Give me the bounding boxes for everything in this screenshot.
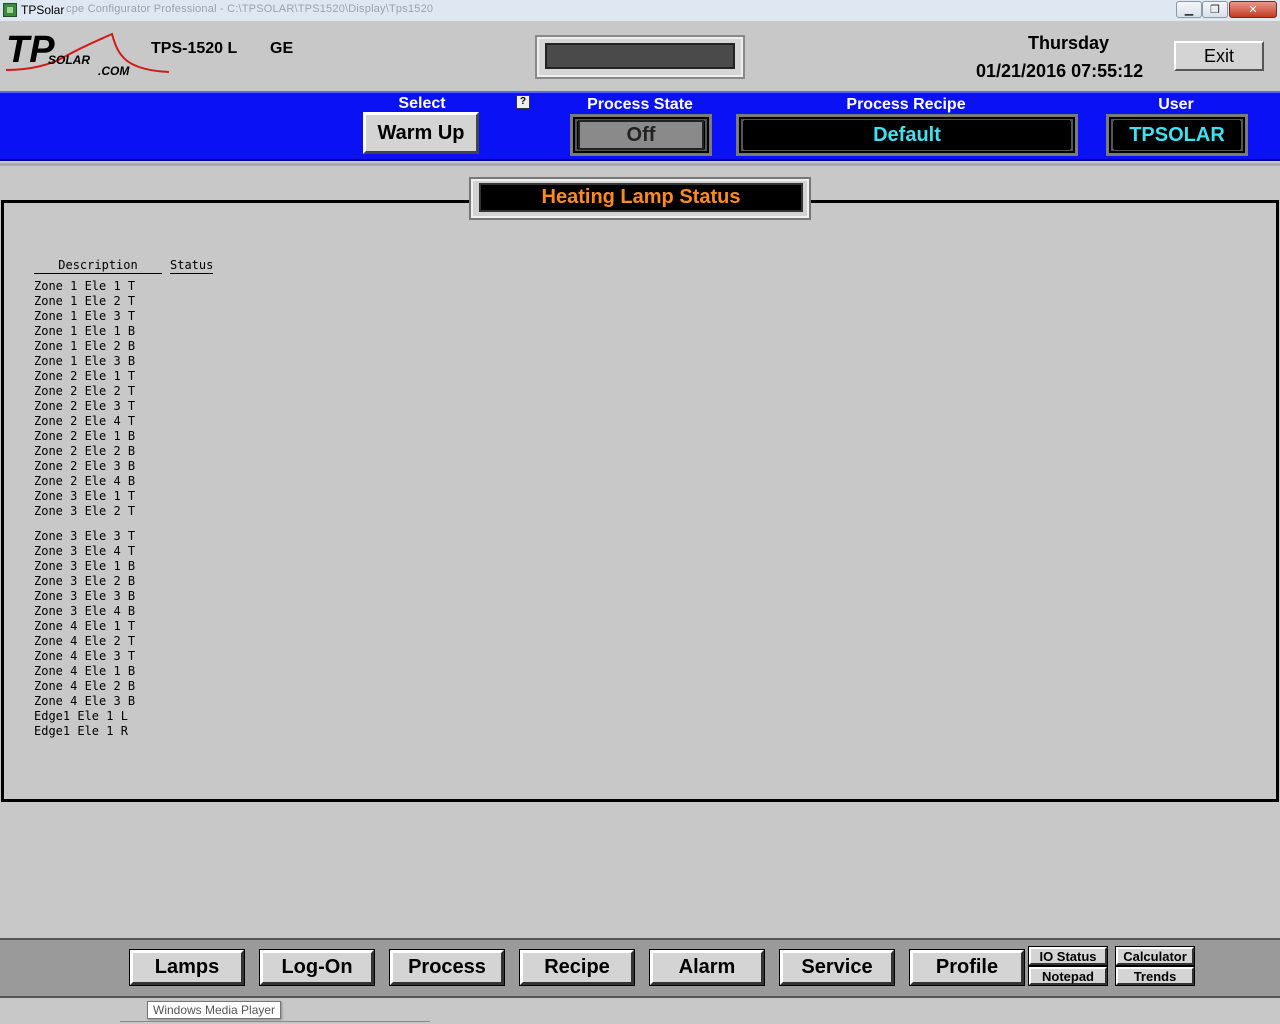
process-button[interactable]: Process (389, 949, 505, 986)
logo-sub-com: .COM (98, 64, 130, 78)
list-item: Zone 4 Ele 2 T (34, 634, 136, 648)
tpsolar-logo: TP SOLAR .COM (5, 29, 170, 78)
list-item: Zone 4 Ele 2 B (34, 679, 136, 693)
list-item: Zone 3 Ele 4 B (34, 604, 136, 618)
taskbar-tooltip: Windows Media Player (147, 1001, 282, 1019)
user-label: User (1158, 96, 1194, 113)
select-label: Select (398, 95, 446, 112)
list-item: Zone 3 Ele 3 B (34, 589, 136, 603)
weekday: Thursday (1028, 33, 1110, 53)
list-item: Zone 3 Ele 3 T (34, 529, 136, 543)
recipe-button[interactable]: Recipe (519, 949, 635, 986)
close-icon: ✕ (1248, 4, 1258, 16)
list-item: Zone 1 Ele 2 B (34, 339, 136, 353)
close-button[interactable]: ✕ (1229, 1, 1277, 18)
exit-button[interactable]: Exit (1174, 41, 1264, 71)
app-icon (3, 3, 17, 17)
list-item: Zone 2 Ele 1 B (34, 429, 136, 443)
window-title: TPSolar (21, 3, 65, 17)
list-item: Zone 1 Ele 2 T (34, 294, 136, 308)
column-header-description: Description (34, 258, 162, 274)
message-display (545, 43, 735, 69)
list-item: Zone 4 Ele 3 B (34, 694, 136, 708)
list-item: Zone 2 Ele 1 T (34, 369, 136, 383)
notepad-button[interactable]: Notepad (1028, 966, 1108, 986)
panel-title: Heating Lamp Status (479, 183, 803, 212)
list-item: Edge1 Ele 1 L (34, 709, 128, 723)
process-recipe-value: Default (744, 120, 1070, 150)
divider (0, 163, 1280, 166)
list-item: Zone 2 Ele 3 T (34, 399, 136, 413)
list-item: Zone 3 Ele 2 T (34, 504, 136, 518)
warm-up-button[interactable]: Warm Up (363, 112, 479, 154)
user-value: TPSOLAR (1114, 120, 1240, 150)
list-item: Zone 2 Ele 2 B (34, 444, 136, 458)
list-item: Zone 3 Ele 2 B (34, 574, 136, 588)
list-item: Zone 2 Ele 3 B (34, 459, 136, 473)
restore-icon: ❐ (1210, 4, 1220, 16)
process-recipe-label: Process Recipe (846, 96, 966, 113)
list-item: Zone 1 Ele 3 B (34, 354, 136, 368)
site-code: GE (270, 40, 294, 57)
process-state-value: Off (578, 120, 704, 150)
logo-sub-solar: SOLAR (48, 53, 90, 67)
service-button[interactable]: Service (779, 949, 895, 986)
log-on-button[interactable]: Log-On (259, 949, 375, 986)
date-time: 01/21/2016 07:55:12 (976, 61, 1144, 81)
alarm-button[interactable]: Alarm (649, 949, 765, 986)
list-item: Zone 1 Ele 1 T (34, 279, 136, 293)
list-item: Zone 3 Ele 1 B (34, 559, 136, 573)
list-item: Zone 1 Ele 3 T (34, 309, 136, 323)
lamps-button[interactable]: Lamps (129, 949, 245, 986)
calculator-button[interactable]: Calculator (1115, 946, 1195, 966)
maximize-button[interactable]: ❐ (1202, 1, 1228, 18)
list-item: Zone 3 Ele 4 T (34, 544, 136, 558)
minimize-button[interactable]: ▁ (1176, 1, 1202, 18)
list-item: Zone 3 Ele 1 T (34, 489, 136, 503)
io-status-button[interactable]: IO Status (1028, 946, 1108, 966)
profile-button[interactable]: Profile (909, 949, 1025, 986)
divider (120, 1021, 430, 1022)
help-icon[interactable]: ? (516, 95, 530, 109)
list-item: Zone 4 Ele 1 B (34, 664, 136, 678)
machine-model: TPS-1520 L (151, 40, 238, 57)
window-path: cpe Configurator Professional - C:\TPSOL… (66, 3, 434, 15)
list-item: Zone 2 Ele 4 T (34, 414, 136, 428)
process-state-label: Process State (587, 96, 693, 113)
lamp-list: Zone 1 Ele 1 T Zone 1 Ele 2 T Zone 1 Ele… (34, 279, 135, 739)
list-item: Zone 4 Ele 1 T (34, 619, 136, 633)
list-item: Zone 4 Ele 3 T (34, 649, 136, 663)
list-item: Zone 2 Ele 4 B (34, 474, 136, 488)
lamp-status-panel (1, 200, 1279, 802)
list-item: Edge1 Ele 1 R (34, 724, 128, 738)
list-item: Zone 2 Ele 2 T (34, 384, 136, 398)
minimize-icon: ▁ (1184, 4, 1194, 16)
trends-button[interactable]: Trends (1115, 966, 1195, 986)
list-item: Zone 1 Ele 1 B (34, 324, 136, 338)
column-header-status: Status (170, 258, 214, 274)
